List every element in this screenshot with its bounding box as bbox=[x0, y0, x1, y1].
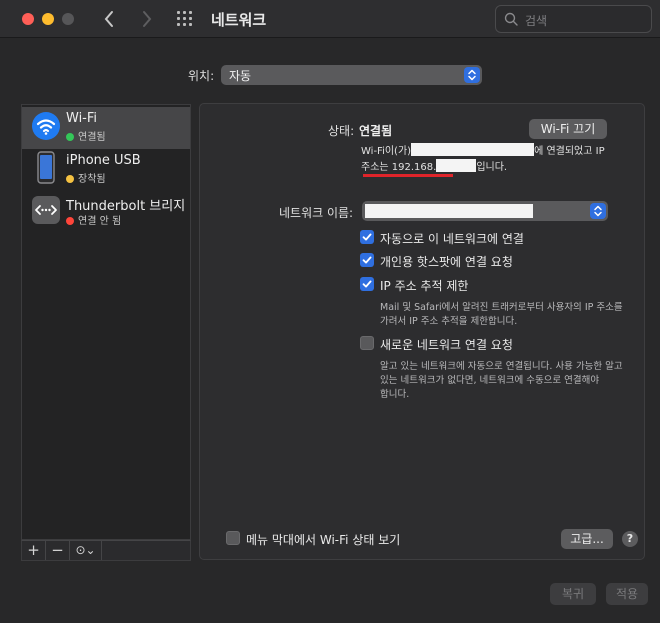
personal-hotspot-checkbox[interactable] bbox=[360, 253, 374, 267]
back-button[interactable] bbox=[98, 6, 120, 32]
status-dot-red bbox=[66, 217, 74, 225]
remove-service-button[interactable]: − bbox=[46, 541, 70, 560]
limit-ip-tracking-checkbox[interactable] bbox=[360, 277, 374, 291]
help-button[interactable]: ? bbox=[622, 531, 638, 547]
advanced-button[interactable]: 고급... bbox=[561, 529, 613, 549]
service-status: 연결 안 됨 bbox=[66, 212, 121, 227]
status-dot-green bbox=[66, 133, 74, 141]
checkmark-icon bbox=[362, 280, 372, 288]
network-name-label: 네트워크 이름: bbox=[279, 206, 354, 220]
iphone-icon bbox=[32, 151, 60, 184]
red-underline-annotation bbox=[363, 174, 453, 177]
ask-new-networks-label: 새로운 네트워크 연결 요청 bbox=[380, 338, 513, 352]
apply-button[interactable]: 적용 bbox=[606, 583, 648, 605]
show-in-menubar-label: 메뉴 막대에서 Wi-Fi 상태 보기 bbox=[246, 533, 401, 547]
add-service-button[interactable]: + bbox=[22, 541, 46, 560]
status-label: 상태: bbox=[328, 124, 355, 138]
sidebar-footer: + − ⊙⌄ bbox=[21, 540, 191, 561]
personal-hotspot-label: 개인용 핫스팟에 연결 요청 bbox=[380, 255, 513, 269]
search-field[interactable]: 검색 bbox=[495, 5, 652, 33]
service-item-iphone-usb[interactable]: iPhone USB 장착됨 bbox=[22, 149, 190, 191]
search-icon bbox=[504, 12, 518, 26]
wifi-icon bbox=[32, 112, 60, 140]
chevron-right-icon bbox=[143, 11, 152, 27]
service-status: 연결됨 bbox=[66, 128, 106, 143]
redacted-ip bbox=[436, 159, 477, 172]
auto-join-label: 자동으로 이 네트워크에 연결 bbox=[380, 232, 524, 246]
location-select[interactable]: 자동 bbox=[221, 65, 482, 85]
checkmark-icon bbox=[362, 256, 372, 264]
service-list: Wi-Fi 연결됨 iPhone USB 장착됨 Thunderbolt 브리지… bbox=[21, 104, 191, 540]
service-status: 장착됨 bbox=[66, 170, 106, 185]
ask-new-networks-checkbox[interactable] bbox=[360, 336, 374, 350]
minimize-button[interactable] bbox=[42, 13, 54, 25]
thunderbolt-bridge-icon bbox=[32, 196, 60, 224]
updown-chevron-icon bbox=[464, 67, 480, 83]
network-preferences-window: 네트워크 검색 위치: 자동 Wi-Fi 연결됨 iPhone USB 장착됨 bbox=[0, 0, 660, 623]
show-in-menubar-checkbox[interactable] bbox=[226, 531, 240, 545]
status-dot-yellow bbox=[66, 175, 74, 183]
action-menu-button[interactable]: ⊙⌄ bbox=[70, 541, 102, 560]
auto-join-checkbox[interactable] bbox=[360, 230, 374, 244]
zoom-button[interactable] bbox=[62, 13, 74, 25]
search-placeholder: 검색 bbox=[525, 14, 548, 28]
window-title: 네트워크 bbox=[211, 11, 267, 29]
limit-ip-tracking-label: IP 주소 추적 제한 bbox=[380, 279, 469, 293]
service-item-wifi[interactable]: Wi-Fi 연결됨 bbox=[22, 107, 190, 149]
show-all-grid-icon[interactable] bbox=[177, 11, 195, 27]
close-button[interactable] bbox=[22, 13, 34, 25]
ip-tracking-description: Mail 및 Safari에서 알려진 트래커로부터 사용자의 IP 주소를 가려… bbox=[380, 302, 623, 327]
service-name: Wi-Fi bbox=[66, 111, 98, 126]
status-description: Wi-Fi이(가) 에 연결되었고 IP 주소는 192.168. 입니다. bbox=[361, 143, 605, 175]
new-network-description: 알고 있는 네트워크에 자동으로 연결됩니다. 사용 가능한 알고 있는 네트워크… bbox=[380, 361, 623, 400]
status-value: 연결됨 bbox=[359, 124, 393, 138]
redacted-network-name bbox=[365, 204, 533, 218]
updown-chevron-icon bbox=[590, 203, 606, 219]
network-name-select[interactable] bbox=[362, 201, 608, 221]
wifi-off-button[interactable]: Wi-Fi 끄기 bbox=[529, 119, 607, 139]
redacted-network-name bbox=[411, 143, 535, 156]
chevron-left-icon bbox=[104, 11, 113, 27]
location-value: 자동 bbox=[229, 69, 252, 83]
title-bar: 네트워크 검색 bbox=[0, 0, 660, 38]
service-name: iPhone USB bbox=[66, 153, 141, 168]
location-label: 위치: bbox=[188, 69, 215, 83]
service-item-thunderbolt-bridge[interactable]: Thunderbolt 브리지 연결 안 됨 bbox=[22, 191, 190, 233]
revert-button[interactable]: 복귀 bbox=[550, 583, 596, 605]
checkmark-icon bbox=[362, 233, 372, 241]
forward-button[interactable] bbox=[136, 6, 158, 32]
